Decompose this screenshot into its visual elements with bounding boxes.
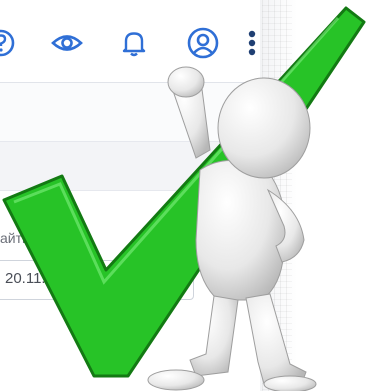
illustration: [2, 6, 366, 391]
